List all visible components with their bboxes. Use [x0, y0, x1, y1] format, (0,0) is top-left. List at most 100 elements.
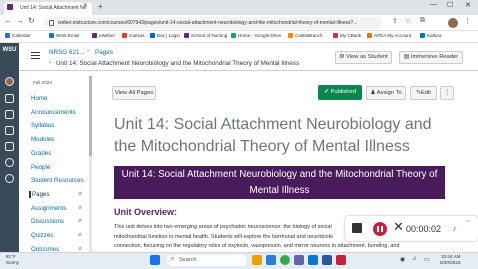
more-options-icon[interactable]: ⋮	[440, 86, 454, 100]
weather-widget[interactable]: 81°F Sunny	[6, 254, 19, 266]
overview-heading: Unit Overview:	[114, 207, 178, 217]
history-icon[interactable]	[5, 158, 14, 167]
cancel-recording-icon[interactable]: ✕	[393, 219, 404, 235]
canvas-favicon-icon	[7, 4, 13, 10]
sidebar-item-assignments[interactable]: Assignments	[31, 205, 66, 212]
help-icon[interactable]	[5, 174, 14, 183]
sidebar-item-home[interactable]: Home	[31, 95, 48, 102]
bookmark-icon	[49, 33, 54, 38]
back-icon[interactable]: ←	[4, 16, 12, 25]
stop-icon[interactable]	[352, 223, 362, 233]
sidebar-item-people[interactable]: People	[31, 164, 50, 171]
extensions-icon[interactable]: ⧉	[420, 17, 425, 25]
bookmark-icon	[5, 33, 10, 38]
sidebar-item-announcements[interactable]: Announcements	[31, 109, 76, 116]
battery-icon[interactable]: ▭	[424, 256, 430, 263]
close-window-icon[interactable]: ✕	[465, 1, 471, 9]
volume-icon[interactable]: ♫	[412, 256, 417, 262]
share-icon[interactable]: ⇪	[392, 17, 398, 25]
outlook-icon[interactable]	[308, 255, 318, 265]
dashboard-icon[interactable]	[5, 94, 14, 103]
bookmark-item[interactable]: Calendar	[5, 33, 31, 38]
unit-banner: Unit 14: Social Attachment Neurobiology …	[114, 166, 445, 199]
star-icon[interactable]: ☆	[405, 17, 411, 25]
sidebar-item-pages[interactable]: Pages	[29, 191, 50, 198]
recording-timer: 00:00:02	[406, 224, 442, 234]
recorder-menu-icon[interactable]: ⋯	[465, 218, 471, 225]
maximize-icon[interactable]: ☐	[447, 1, 453, 9]
menu-icon[interactable]: ⋮	[464, 17, 471, 25]
sidebar-item-grades[interactable]: Grades	[31, 150, 51, 157]
sidebar-item-discussions[interactable]: Discussions	[31, 218, 64, 225]
bookmark-icon	[420, 33, 425, 38]
bookmark-icon	[288, 33, 293, 38]
breadcrumb-pages[interactable]: Pages	[95, 49, 113, 56]
edit-button[interactable]: ✎Edit	[410, 86, 437, 100]
browser-tab[interactable]: Unit 14: Social Attachment Ne	[4, 2, 92, 15]
pause-record-icon[interactable]	[373, 222, 387, 236]
recorder-app-icon[interactable]	[336, 255, 346, 265]
immersive-reader-button[interactable]: ▤ Immersive Reader	[399, 51, 463, 64]
sidebar-item-modules[interactable]: Modules	[31, 136, 54, 143]
bookmark-item[interactable]: Home - Google Drive	[231, 33, 281, 38]
bookmark-item[interactable]: Box | Login	[150, 33, 180, 38]
sidebar-item-student-resources[interactable]: Student Resources	[31, 177, 84, 184]
chrome-icon[interactable]	[280, 255, 290, 265]
bookmark-item[interactable]: My CBank	[333, 33, 361, 38]
bookmark-item[interactable]: APEA My Account	[367, 33, 411, 38]
sidebar-scrollbar-thumb[interactable]	[89, 76, 92, 156]
account-icon[interactable]	[5, 77, 14, 86]
wifi-icon[interactable]: ◉	[400, 256, 405, 263]
bookmark-icon	[184, 33, 189, 38]
bookmark-icon	[333, 33, 338, 38]
body-text-line: connection, focusing on the regulatory r…	[114, 243, 400, 249]
published-button[interactable]: ✔ Published	[318, 85, 362, 100]
new-tab-icon[interactable]: +	[98, 2, 103, 11]
term-label: Fall 2023	[33, 80, 52, 85]
bookmark-icon	[92, 33, 97, 38]
calendar-icon[interactable]	[5, 126, 14, 135]
teams-icon[interactable]	[294, 255, 304, 265]
inbox-icon[interactable]	[5, 142, 14, 151]
wsu-logo[interactable]: WSU	[1, 46, 18, 64]
bookmark-item[interactable]: Work Email	[49, 33, 79, 38]
assign-to-button[interactable]: ♟ Assign To	[366, 86, 406, 100]
hidden-eye-icon: ⊘	[78, 191, 83, 197]
taskbar-search[interactable]: Search	[167, 255, 247, 266]
view-as-student-button[interactable]: ⚙ View as Student	[335, 51, 392, 64]
windows-start-icon[interactable]	[150, 255, 160, 265]
hidden-eye-icon: ⊘	[78, 218, 83, 224]
view-all-pages-button[interactable]: View All Pages	[112, 86, 156, 100]
breadcrumb-course[interactable]: NRSG 621...	[49, 49, 85, 56]
breadcrumb-current: Unit 14: Social Attachment Neurobiology …	[56, 60, 300, 67]
bookmark-item[interactable]: CastleBranch	[288, 33, 323, 38]
bookmark-item[interactable]: eWeber	[92, 33, 115, 38]
bookmark-icon	[231, 33, 236, 38]
microphone-icon[interactable]: ♪	[452, 224, 456, 233]
edge-icon[interactable]	[266, 255, 276, 265]
bookmark-item[interactable]: Kaltura	[420, 33, 442, 38]
hamburger-icon[interactable]	[31, 52, 40, 59]
hidden-eye-icon: ⊘	[78, 232, 83, 238]
courses-icon[interactable]	[5, 110, 14, 119]
immersive-reader-icon: ▤	[403, 54, 411, 60]
profile-avatar[interactable]	[448, 18, 458, 28]
taskbar-clock[interactable]: 10:44 AM 8/20/2023	[440, 254, 460, 266]
file-explorer-icon[interactable]	[252, 255, 262, 265]
lock-icon	[49, 20, 54, 26]
student-view-icon: ⚙	[339, 54, 346, 60]
bookmark-item[interactable]: School of Nursing	[184, 33, 227, 38]
forward-icon[interactable]: →	[16, 16, 24, 25]
sidebar-item-quizzes[interactable]: Quizzes	[31, 232, 53, 239]
bookmark-icon	[122, 33, 127, 38]
word-icon[interactable]	[322, 255, 332, 265]
close-tab-icon[interactable]: ✕	[83, 2, 88, 9]
reload-icon[interactable]: ↻	[28, 16, 35, 25]
minimize-icon[interactable]: —	[430, 1, 437, 8]
hidden-eye-icon: ⊘	[78, 205, 83, 211]
url-field[interactable]: weber.instructure.com/courses/607943/pag…	[44, 17, 382, 29]
bookmark-icon	[367, 33, 372, 38]
sidebar-item-syllabus[interactable]: Syllabus	[31, 122, 54, 129]
breadcrumb-separator-icon: ›	[87, 48, 89, 54]
bookmark-item[interactable]: Canvas	[122, 33, 145, 38]
